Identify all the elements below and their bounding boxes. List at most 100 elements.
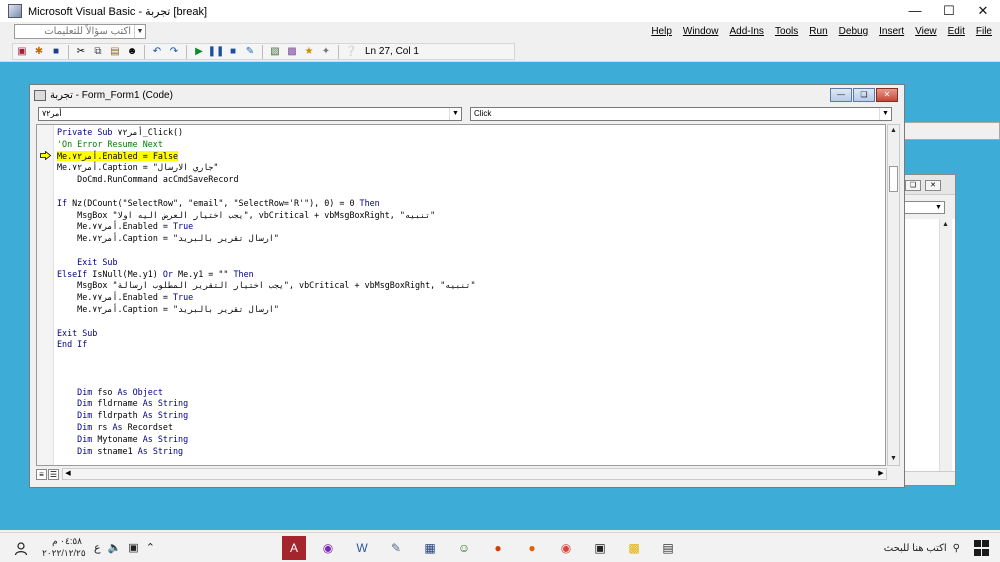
menu-file[interactable]: File — [976, 26, 992, 37]
object-browser-icon[interactable]: ★ — [302, 45, 316, 59]
chevron-down-icon[interactable]: ▼ — [879, 108, 891, 120]
project-explorer-icon[interactable]: ▧ — [268, 45, 282, 59]
menu-add-ins[interactable]: Add-Ins — [729, 26, 763, 37]
volume-icon[interactable]: 🔈 — [108, 541, 122, 554]
code-line[interactable]: Exit Sub — [57, 328, 885, 340]
redo-icon[interactable]: ↷ — [167, 45, 181, 59]
paste-icon[interactable]: ▤ — [108, 45, 122, 59]
cut-icon[interactable]: ✂ — [74, 45, 88, 59]
chevron-down-icon[interactable]: ▼ — [134, 25, 145, 38]
copy-icon[interactable]: ⧉ — [91, 45, 105, 59]
chrome-app-icon[interactable]: ◉ — [554, 536, 578, 560]
code-line[interactable] — [57, 186, 885, 198]
taskbar-clock[interactable]: ٠٤:٥٨ م ٢٠٢٢/١٢/٢٥ — [42, 535, 86, 559]
properties-scrollbar[interactable]: ▲ — [939, 219, 952, 485]
scroll-up-icon[interactable]: ▲ — [940, 219, 951, 231]
calculator-app-icon[interactable]: ▦ — [418, 536, 442, 560]
maximize-button[interactable]: ☐ — [932, 0, 966, 22]
help-question-box[interactable]: اكتب سؤالاً للتعليمات ▼ — [14, 24, 146, 39]
scroll-down-icon[interactable]: ▼ — [888, 453, 899, 465]
break-icon[interactable]: ❚❚ — [208, 45, 225, 59]
margin-indicator-bar[interactable] — [37, 125, 54, 465]
undo-icon[interactable]: ↶ — [150, 45, 164, 59]
menu-help[interactable]: Help — [651, 26, 672, 37]
code-line[interactable]: Dim fldrname As String — [57, 398, 885, 410]
properties-icon[interactable]: ▩ — [285, 45, 299, 59]
insert-module-icon[interactable]: ✱ — [32, 45, 46, 59]
code-line[interactable]: Me.أمر٧٧.Enabled = True — [57, 292, 885, 304]
code-line[interactable] — [57, 363, 885, 375]
code-line[interactable] — [57, 351, 885, 363]
toolbox-icon[interactable]: ✦ — [319, 45, 333, 59]
code-line[interactable]: MsgBox "يجب اختيار التقرير المطلوب ارسال… — [57, 280, 885, 292]
menu-window[interactable]: Window — [683, 26, 719, 37]
code-line[interactable]: Dim stname1 As String — [57, 446, 885, 458]
code-line[interactable]: Me.أمر٧٧.Enabled = True — [57, 221, 885, 233]
procedure-view-icon[interactable]: ≡ — [36, 468, 47, 480]
procedure-combo[interactable]: Click ▼ — [470, 107, 892, 121]
code-line[interactable]: Me.أمر٧٢.Enabled = False — [57, 150, 885, 163]
full-module-view-icon[interactable]: ☰ — [48, 468, 59, 480]
notification-app-icon[interactable]: ● — [486, 536, 510, 560]
code-line[interactable] — [57, 245, 885, 257]
scroll-up-icon[interactable]: ▲ — [888, 125, 899, 137]
find-icon[interactable]: ☻ — [125, 45, 139, 59]
menu-view[interactable]: View — [915, 26, 937, 37]
design-mode-icon[interactable]: ✎ — [243, 45, 257, 59]
code-line[interactable] — [57, 316, 885, 328]
close-button[interactable]: ✕ — [966, 0, 1000, 22]
taskbar-search[interactable]: اكتب هنا للبحث ⚲ — [840, 536, 960, 560]
code-line[interactable]: Me.أمر٧٢.Caption = "ارسال تقرير بالبريد" — [57, 304, 885, 316]
code-editor[interactable]: Private Sub أمر٧٢_Click() 'On Error Resum… — [36, 124, 886, 466]
save-icon[interactable]: ■ — [49, 45, 63, 59]
reset-icon[interactable]: ■ — [226, 45, 240, 59]
minimize-button[interactable]: — — [898, 0, 932, 22]
game-app-icon[interactable]: ☺ — [452, 536, 476, 560]
object-combo[interactable]: أمر٧٢ ▼ — [38, 107, 462, 121]
task-view-icon[interactable]: ▤ — [656, 536, 680, 560]
file-explorer-app-icon[interactable]: ▩ — [622, 536, 646, 560]
store-app-icon[interactable]: ▣ — [588, 536, 612, 560]
properties-hscroll[interactable] — [903, 471, 955, 485]
minimize-icon[interactable]: — — [830, 88, 852, 102]
tool-app-icon[interactable]: ✎ — [384, 536, 408, 560]
chevron-down-icon[interactable]: ▼ — [933, 202, 944, 213]
run-icon[interactable]: ▶ — [192, 45, 206, 59]
code-line[interactable]: Private Sub أمر٧٢_Click() — [57, 127, 885, 139]
people-icon[interactable] — [14, 542, 28, 556]
code-line[interactable] — [57, 457, 885, 465]
properties-object-combo[interactable]: ▼ — [903, 201, 945, 214]
language-indicator[interactable]: ع — [94, 541, 101, 554]
menu-debug[interactable]: Debug — [839, 26, 868, 37]
code-vertical-scrollbar[interactable]: ▲ ▼ — [887, 124, 900, 466]
word-app-icon[interactable]: W — [350, 536, 374, 560]
help-icon[interactable]: ❔ — [344, 45, 358, 59]
code-line[interactable] — [57, 375, 885, 387]
windows-start-icon[interactable] — [974, 540, 990, 556]
code-line[interactable]: Me.أمر٧٢.Caption = "ارسال تقرير بالبريد" — [57, 233, 885, 245]
network-icon[interactable]: ▣ — [128, 541, 138, 554]
size-grip[interactable] — [887, 467, 900, 481]
code-line[interactable]: Dim fso As Object — [57, 387, 885, 399]
code-line[interactable]: MsgBox "يجب اختيار العرض اليه اولا", vbC… — [57, 210, 885, 222]
code-line[interactable]: Dim rs As Recordset — [57, 422, 885, 434]
menu-tools[interactable]: Tools — [775, 26, 798, 37]
menu-edit[interactable]: Edit — [948, 26, 965, 37]
code-line[interactable]: Me.أمر٧٢.Caption = "جاري الارسال" — [57, 162, 885, 174]
code-line[interactable]: ElseIf IsNull(Me.y1) Or Me.y1 = "" Then — [57, 269, 885, 281]
code-line[interactable]: Exit Sub — [57, 257, 885, 269]
scroll-left-icon[interactable]: ◀ — [63, 469, 73, 479]
close-icon[interactable]: ✕ — [876, 88, 898, 102]
restore-icon[interactable]: ❏ — [905, 180, 921, 191]
access-view-icon[interactable]: ▣ — [15, 45, 29, 59]
close-icon[interactable]: ✕ — [925, 180, 941, 191]
code-line[interactable]: End If — [57, 339, 885, 351]
restore-icon[interactable]: ❏ — [853, 88, 875, 102]
firefox-app-icon[interactable]: ● — [520, 536, 544, 560]
code-horizontal-scrollbar[interactable]: ◀ ▶ — [62, 468, 887, 480]
chevron-down-icon[interactable]: ▼ — [449, 108, 461, 120]
scroll-right-icon[interactable]: ▶ — [876, 469, 886, 479]
code-line[interactable]: If Nz(DCount("SelectRow", "email", "Sele… — [57, 198, 885, 210]
code-text[interactable]: Private Sub أمر٧٢_Click() 'On Error Resum… — [57, 125, 885, 465]
code-line[interactable]: 'On Error Resume Next — [57, 139, 885, 151]
